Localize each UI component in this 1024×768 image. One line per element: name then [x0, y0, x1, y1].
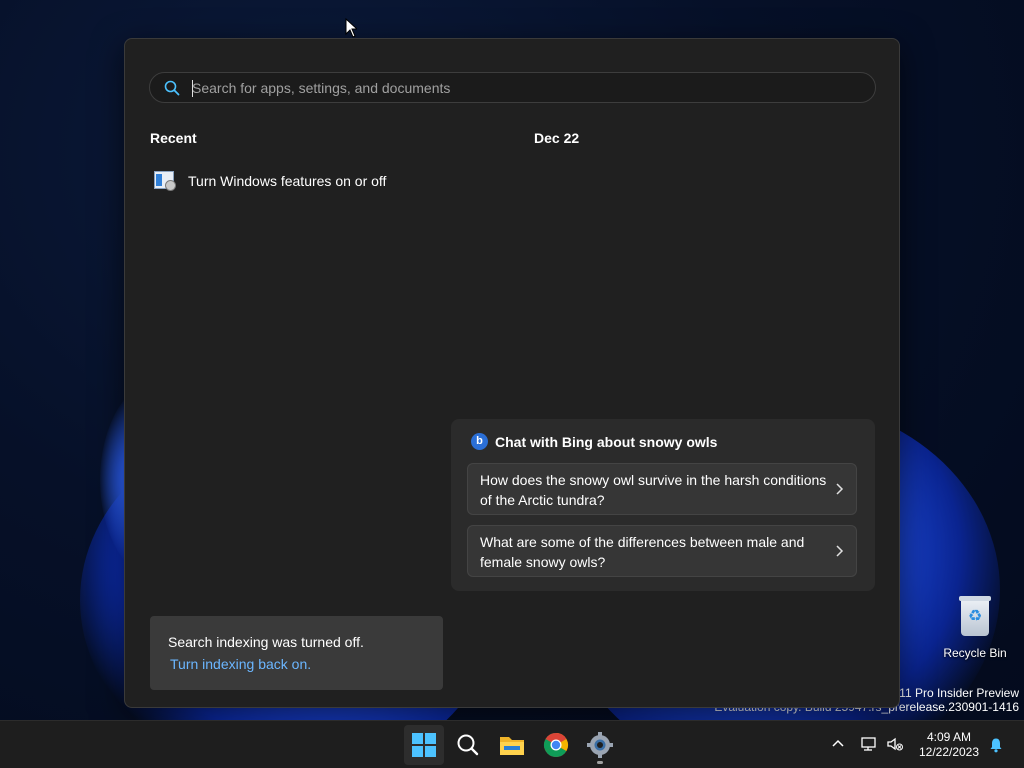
- search-icon: [164, 80, 180, 96]
- bing-question-text: What are some of the differences between…: [480, 534, 805, 570]
- running-indicator: [597, 761, 603, 764]
- taskbar: 4:09 AM 12/22/2023: [0, 720, 1024, 768]
- recent-item-windows-features[interactable]: Turn Windows features on or off: [153, 165, 453, 197]
- date-heading: Dec 22: [534, 130, 580, 146]
- start-icon: [412, 733, 436, 757]
- recycle-bin-icon: ♻: [958, 596, 992, 636]
- indexing-notice-message: Search indexing was turned off.: [168, 634, 364, 650]
- show-hidden-icons-chevron-icon[interactable]: [830, 736, 846, 752]
- network-icon[interactable]: [860, 735, 878, 753]
- search-icon: [457, 734, 479, 756]
- search-panel: Recent Dec 22 Turn Windows features on o…: [124, 38, 900, 708]
- bing-icon: b: [471, 433, 488, 450]
- text-caret: [192, 80, 193, 97]
- mouse-cursor-icon: [345, 18, 357, 38]
- chrome-button[interactable]: [536, 725, 576, 765]
- bing-question-button[interactable]: How does the snowy owl survive in the ha…: [467, 463, 857, 515]
- clock-time: 4:09 AM: [926, 730, 972, 744]
- bing-chat-heading: Chat with Bing about snowy owls: [495, 433, 718, 450]
- chevron-right-icon: [836, 483, 844, 495]
- bing-chat-card: b Chat with Bing about snowy owls How do…: [451, 419, 875, 591]
- search-input[interactable]: [192, 77, 852, 99]
- recent-heading: Recent: [150, 130, 197, 146]
- notification-bell-icon[interactable]: [988, 737, 1004, 753]
- recent-item-label: Turn Windows features on or off: [188, 173, 387, 189]
- chrome-icon: [543, 732, 569, 758]
- recycle-bin-label: Recycle Bin: [943, 646, 1007, 660]
- settings-icon: [587, 732, 613, 758]
- bing-chat-header: b Chat with Bing about snowy owls: [471, 433, 717, 450]
- indexing-notice: Search indexing was turned off. Turn ind…: [150, 616, 443, 690]
- turn-indexing-on-link[interactable]: Turn indexing back on.: [170, 656, 311, 672]
- taskbar-search-button[interactable]: [448, 725, 488, 765]
- chevron-right-icon: [836, 545, 844, 557]
- bing-question-text: How does the snowy owl survive in the ha…: [480, 472, 827, 508]
- windows-features-icon: [153, 169, 177, 193]
- file-explorer-button[interactable]: [492, 725, 532, 765]
- clock[interactable]: 4:09 AM 12/22/2023: [916, 730, 982, 760]
- bing-question-button[interactable]: What are some of the differences between…: [467, 525, 857, 577]
- volume-muted-icon[interactable]: [886, 735, 904, 753]
- start-button[interactable]: [404, 725, 444, 765]
- clock-date: 12/22/2023: [918, 745, 980, 759]
- file-explorer-icon: [500, 737, 524, 755]
- search-box[interactable]: [149, 72, 876, 103]
- recycle-bin[interactable]: ♻ Recycle Bin: [940, 596, 1010, 660]
- settings-button[interactable]: [580, 725, 620, 765]
